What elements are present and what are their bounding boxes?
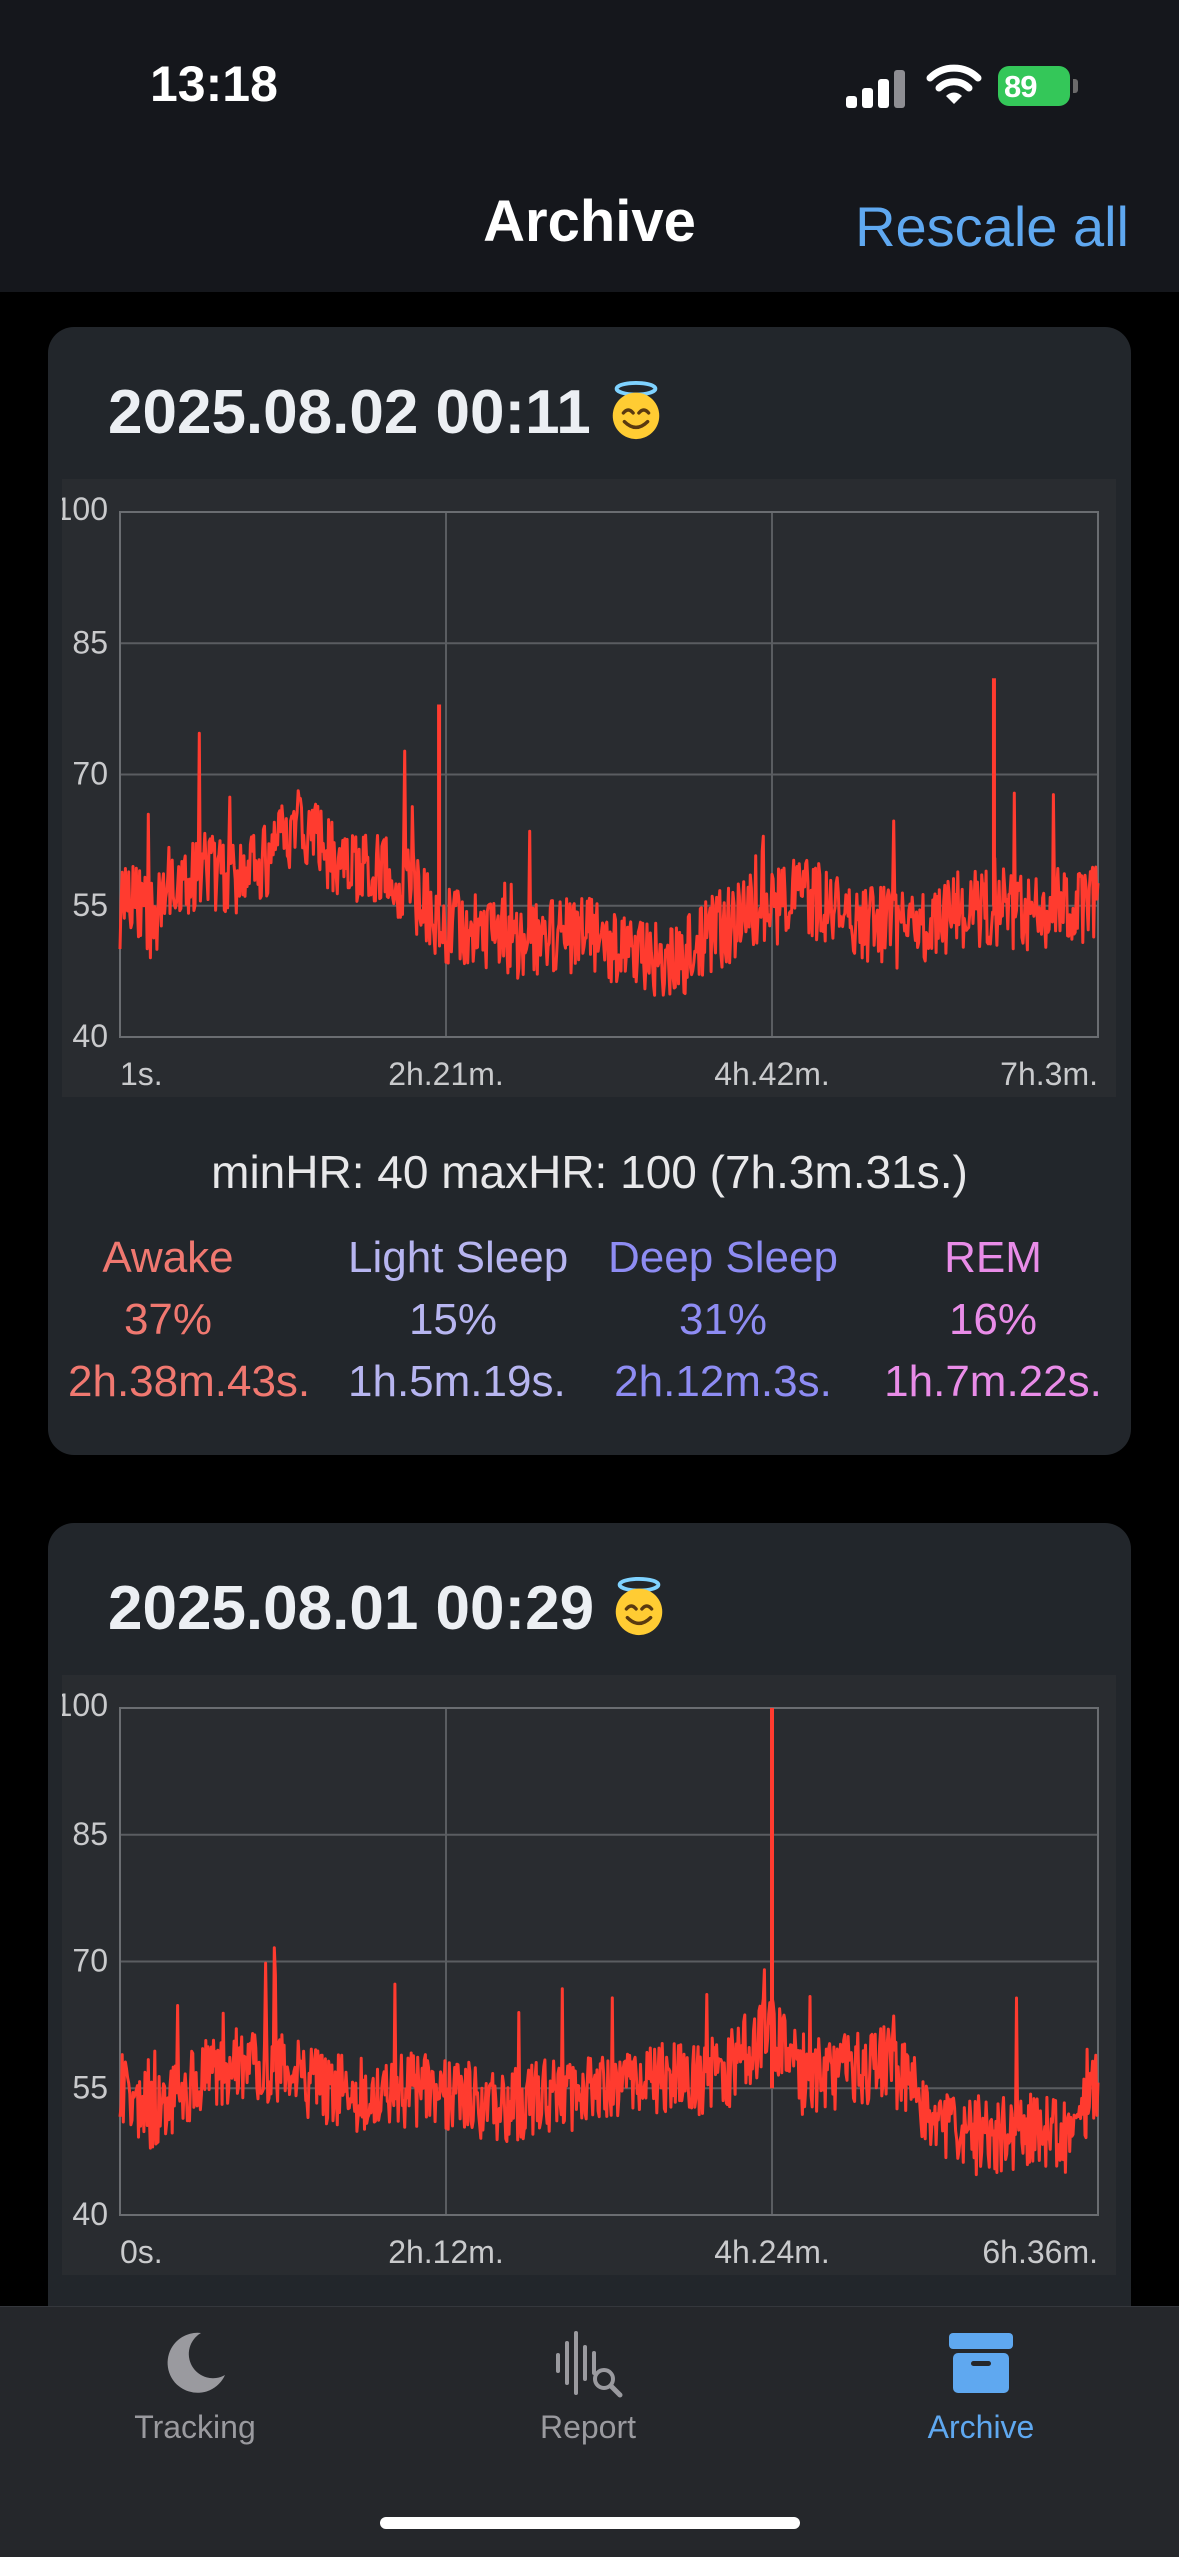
archive-card[interactable]: 2025.08.01 00:29 100 85 70 55 40 0s. 2h.12m. 4h… xyxy=(48,1523,1131,2423)
stage-duration: 1h.7m.22s. xyxy=(884,1357,1102,1406)
x-tick-label: 1s. xyxy=(120,1056,163,1092)
rescale-all-button[interactable]: Rescale all xyxy=(855,194,1129,259)
y-tick-label: 40 xyxy=(72,2196,108,2232)
y-tick-label: 40 xyxy=(72,1018,108,1054)
y-tick-label: 85 xyxy=(72,624,108,660)
x-tick-label: 0s. xyxy=(120,2234,163,2270)
x-tick-label: 2h.21m. xyxy=(388,1056,504,1092)
stage-percent: 31% xyxy=(678,1295,768,1344)
heart-rate-chart: 100 85 70 55 40 0s. 2h.12m. 4h.24m. 6h.36m. xyxy=(62,1675,1116,2275)
moon-icon xyxy=(167,2332,225,2393)
stage-duration: 2h.38m.43s. xyxy=(68,1357,311,1406)
archive-card[interactable]: 2025.08.02 00:11 100 85 70 55 40 1s. 2h.21m. 4h… xyxy=(48,327,1131,1455)
stage-rem: REM 16% 1h.7m.22s. xyxy=(878,1227,1108,1413)
stage-percent: 16% xyxy=(948,1295,1038,1344)
battery-icon: 89 xyxy=(998,66,1078,106)
navigation-bar: Archive Rescale all xyxy=(0,160,1179,292)
battery-percent: 89 xyxy=(1004,69,1037,104)
archive-box-icon xyxy=(949,2333,1013,2393)
heart-rate-series-line xyxy=(118,731,1100,997)
stage-name: Light Sleep xyxy=(348,1233,569,1282)
tab-label: Tracking xyxy=(134,2409,256,2445)
y-tick-label: 55 xyxy=(72,887,108,923)
stage-deep-sleep: Deep Sleep 31% 2h.12m.3s. xyxy=(608,1227,838,1413)
y-tick-label: 100 xyxy=(62,491,108,527)
card-title: 2025.08.02 00:11 xyxy=(108,377,667,448)
x-tick-label: 7h.3m. xyxy=(1000,1056,1098,1092)
card-date: 2025.08.01 00:29 xyxy=(108,1574,595,1643)
x-tick-label: 2h.12m. xyxy=(388,2234,504,2270)
heart-rate-summary: minHR: 40 maxHR: 100 (7h.3m.31s.) xyxy=(211,1146,968,1198)
heart-rate-chart-svg: 100 85 70 55 40 1s. 2h.21m. 4h.42m. 7h.3m. xyxy=(62,491,1100,1092)
stage-light-sleep: Light Sleep 15% 1h.5m.19s. xyxy=(348,1227,569,1413)
y-tick-label: 70 xyxy=(72,756,108,792)
halo-smiley-icon xyxy=(612,380,659,440)
card-title: 2025.08.01 00:29 xyxy=(108,1573,670,1644)
tab-label: Report xyxy=(539,2409,637,2445)
stage-awake: Awake 37% 2h.38m.43s. xyxy=(68,1227,311,1413)
wifi-icon xyxy=(926,64,982,104)
status-bar: 13:18 89 xyxy=(0,0,1179,160)
tab-report[interactable]: Report xyxy=(458,2323,718,2446)
waveform-search-icon xyxy=(556,2331,623,2398)
tab-tracking[interactable]: Tracking xyxy=(65,2323,325,2446)
y-tick-label: 70 xyxy=(72,1943,108,1979)
y-tick-label: 100 xyxy=(62,1687,108,1723)
cellular-signal-icon xyxy=(846,70,906,108)
stage-name: REM xyxy=(944,1233,1042,1282)
stage-percent: 15% xyxy=(408,1295,498,1344)
stage-duration: 1h.5m.19s. xyxy=(348,1357,566,1406)
status-time: 13:18 xyxy=(150,56,278,112)
heart-rate-series-line xyxy=(118,1946,1100,2177)
halo-smiley-icon xyxy=(615,1576,663,1636)
card-date: 2025.08.02 00:11 xyxy=(108,378,591,447)
stage-name: Awake xyxy=(102,1233,234,1282)
x-tick-label: 4h.42m. xyxy=(714,1056,830,1092)
stage-percent: 37% xyxy=(123,1295,213,1344)
tab-archive[interactable]: Archive xyxy=(851,2323,1111,2446)
heart-rate-chart-svg: 100 85 70 55 40 0s. 2h.12m. 4h.24m. 6h.36m. xyxy=(62,1687,1100,2270)
heart-rate-chart: 100 85 70 55 40 1s. 2h.21m. 4h.42m. 7h.3m. xyxy=(62,479,1116,1097)
stage-duration: 2h.12m.3s. xyxy=(614,1357,832,1406)
y-tick-label: 85 xyxy=(72,1816,108,1852)
home-indicator xyxy=(380,2517,800,2529)
x-tick-label: 6h.36m. xyxy=(982,2234,1098,2270)
x-tick-label: 4h.24m. xyxy=(714,2234,830,2270)
stage-name: Deep Sleep xyxy=(608,1233,838,1282)
tab-label: Archive xyxy=(927,2409,1035,2445)
y-tick-label: 55 xyxy=(72,2069,108,2105)
